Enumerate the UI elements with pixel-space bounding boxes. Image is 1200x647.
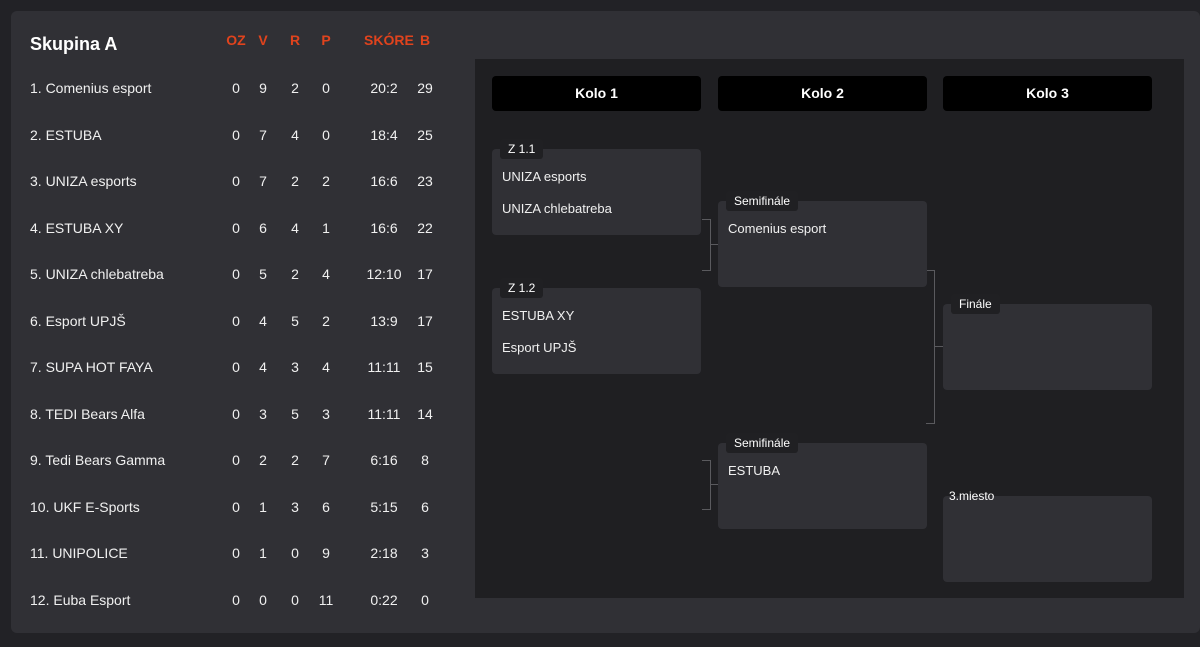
cell-b: 29 [417,80,433,96]
cell-b: 15 [417,359,433,375]
table-row[interactable]: 7. SUPA HOT FAYA 0 4 3 4 11:11 15 [0,355,470,379]
team-name: 3. UNIZA esports [30,173,137,189]
cell-score: 6:16 [370,452,398,468]
cell-b: 17 [417,266,433,282]
cell-b: 8 [421,452,429,468]
team-name: 11. UNIPOLICE [30,545,128,561]
cell-score: 13:9 [370,312,398,329]
match-team-1: ESTUBA [728,463,781,478]
cell-p: 0 [322,126,330,143]
team-name: 5. UNIZA chlebatreba [30,266,164,282]
connector-line [934,346,943,347]
cell-p: 11 [318,591,334,608]
table-row[interactable]: 10. UKF E-Sports 0 1 3 6 5:15 6 [0,495,470,519]
table-row[interactable]: 5. UNIZA chlebatreba 0 5 2 4 12:10 17 [0,262,470,286]
cell-b: 22 [417,219,433,236]
match-team-2: Esport UPJŠ [502,340,577,355]
connector-line [702,219,711,271]
team-name: 9. Tedi Bears Gamma [30,452,166,468]
cell-p: 4 [322,359,330,375]
match-team-1: UNIZA esports [502,169,587,184]
connector-line [702,460,711,510]
table-row[interactable]: 6. Esport UPJŠ 0 4 5 2 13:9 17 [0,309,470,333]
cell-p: 7 [322,452,330,468]
table-row[interactable]: 3. UNIZA esports 0 7 2 2 16:6 23 [0,169,470,193]
cell-p: 1 [322,219,330,236]
cell-b: 17 [417,312,433,329]
table-row[interactable]: 9. Tedi Bears Gamma 0 2 2 7 6:16 8 [0,448,470,472]
cell-score: 18:4 [370,126,398,143]
round-header-2: Kolo 2 [718,76,927,111]
match-card-semifinal-2[interactable]: Semifinále ESTUBA [718,433,927,529]
cell-b: 6 [421,498,429,515]
cell-p: 2 [322,173,330,189]
match-team-1: Comenius esport [728,221,827,236]
match-label: 3.miesto [949,489,995,503]
team-name: 12. Euba Esport [30,591,131,608]
cell-b: 14 [417,405,433,422]
team-name: 2. ESTUBA [30,126,102,143]
team-name: 6. Esport UPJŠ [30,312,126,329]
team-name: 4. ESTUBA XY [30,219,124,236]
cell-score: 12:10 [366,266,402,282]
match-label: Z 1.2 [500,278,544,298]
connector-line [710,484,718,485]
match-team-2: UNIZA chlebatreba [502,201,612,216]
cell-score: 11:11 [367,405,401,422]
connector-line [926,270,935,424]
cell-b: 23 [417,173,433,189]
cell-p: 6 [322,498,330,515]
match-card-final[interactable]: Finále [943,294,1152,390]
connector-line [710,244,718,245]
round-header-1: Kolo 1 [492,76,701,111]
match-team-1: ESTUBA XY [502,308,575,323]
cell-p: 0 [322,80,330,96]
table-row[interactable]: 12. Euba Esport 0 0 0 11 0:22 0 [0,588,470,612]
team-name: 1. Comenius esport [30,80,152,96]
table-row[interactable]: 4. ESTUBA XY 0 6 4 1 16:6 22 [0,216,470,240]
cell-p: 2 [322,312,330,329]
team-name: 7. SUPA HOT FAYA [30,359,153,375]
cell-score: 5:15 [370,498,398,515]
table-row[interactable]: 2. ESTUBA 0 7 4 0 18:4 25 [0,123,470,147]
match-label: Finále [951,294,1000,314]
cell-score: 16:6 [370,173,398,189]
team-name: 8. TEDI Bears Alfa [30,405,145,422]
cell-b: 25 [417,126,433,143]
match-card-third-place[interactable]: 3.miesto [943,489,1152,582]
header-score: SKÓRE [364,32,414,48]
cell-score: 20:2 [370,80,398,96]
cell-p: 4 [322,266,330,282]
cell-score: 2:18 [370,545,398,561]
team-name: 10. UKF E-Sports [30,498,140,515]
round-header-3: Kolo 3 [943,76,1152,111]
cell-b: 3 [421,545,429,561]
cell-score: 0:22 [370,591,398,608]
cell-b: 0 [421,591,429,608]
header-p: P [321,32,331,48]
match-card-z1-1[interactable]: Z 1.1 UNIZA esports UNIZA chlebatreba [492,139,701,235]
match-card-z1-2[interactable]: Z 1.2 ESTUBA XY Esport UPJŠ [492,278,701,374]
match-label: Z 1.1 [500,139,544,159]
match-card-semifinal-1[interactable]: Semifinále Comenius esport [718,191,927,287]
match-label: Semifinále [726,433,799,453]
cell-score: 11:11 [367,359,401,375]
header-b: B [419,32,431,48]
table-row[interactable]: 11. UNIPOLICE 0 1 0 9 2:18 3 [0,541,470,565]
cell-p: 3 [322,405,330,422]
table-row[interactable]: 8. TEDI Bears Alfa 0 3 5 3 11:11 14 [0,402,470,426]
cell-score: 16:6 [370,219,398,236]
table-row[interactable]: 1. Comenius esport 0 9 2 0 20:2 29 [0,76,470,100]
match-label: Semifinále [726,191,799,211]
cell-p: 9 [322,545,330,561]
group-title: Skupina A [30,34,118,54]
